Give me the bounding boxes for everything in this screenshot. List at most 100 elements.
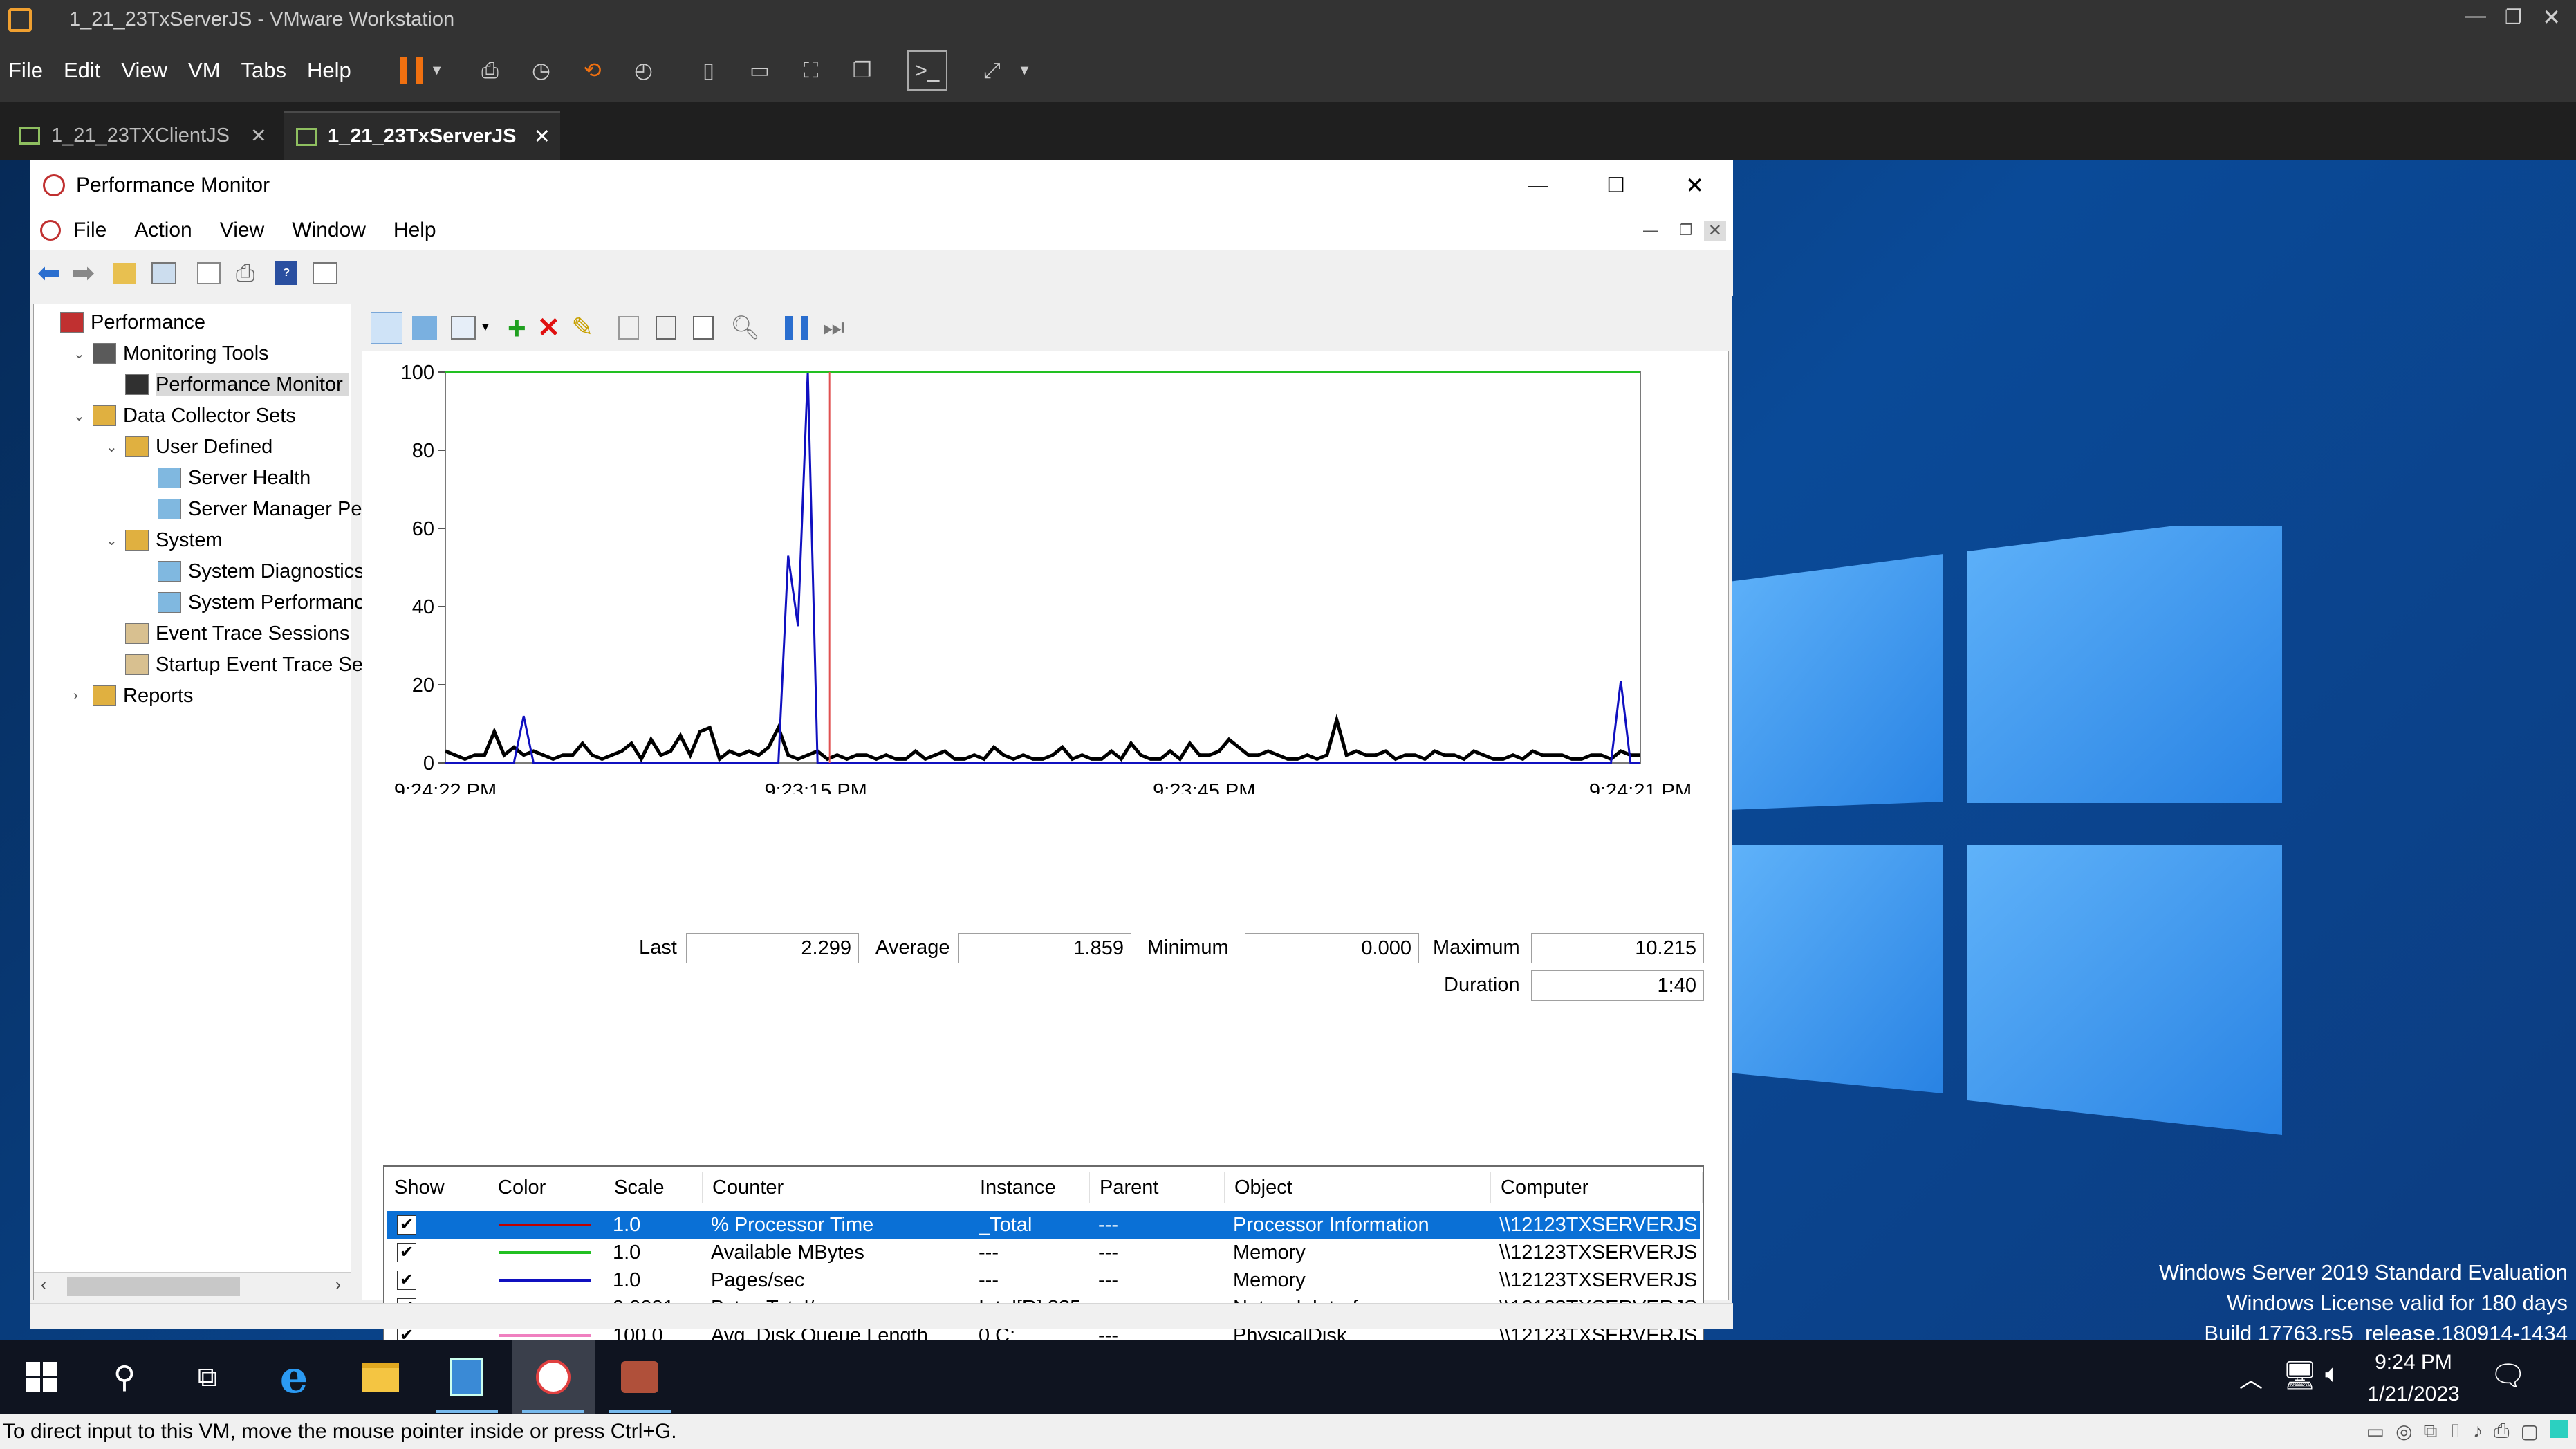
tree-item-system-performance[interactable]: System Performance [138, 587, 376, 618]
stretch-icon[interactable]: ⤢ [972, 50, 1012, 91]
menu-window[interactable]: Window [292, 219, 366, 242]
suspend-dropdown-icon[interactable]: ▼ [430, 63, 444, 79]
print-icon[interactable]: ⎙ [236, 260, 254, 287]
highlight-icon[interactable]: ✎ [571, 312, 593, 343]
tree-horizontal-scrollbar[interactable]: ‹ › [34, 1272, 351, 1300]
menu-vm[interactable]: VM [188, 58, 221, 83]
full-screen-icon[interactable]: ⛶ [791, 50, 831, 91]
show-hidden-icons-button[interactable]: ︿ [2239, 1360, 2263, 1394]
help-icon[interactable]: ? [275, 261, 298, 285]
expand-icon[interactable]: › [73, 688, 90, 704]
show-checkbox[interactable]: ✔ [397, 1243, 416, 1262]
snapshot-icon[interactable]: ◷ [521, 50, 562, 91]
column-header-counter[interactable]: Counter [703, 1172, 970, 1203]
tree-item-reports[interactable]: › Reports [73, 681, 194, 711]
usb-status-icon[interactable]: ⎍ [2449, 1420, 2463, 1443]
display-status-icon[interactable]: ▢ [2521, 1420, 2539, 1443]
freeze-display-icon[interactable] [785, 315, 809, 340]
sound-status-icon[interactable]: ♪ [2473, 1420, 2483, 1443]
tree-item-event-trace-sessions[interactable]: Event Trace Sessions [106, 618, 349, 649]
tree-item-system-diagnostics[interactable]: System Diagnostics [138, 556, 364, 587]
column-header-scale[interactable]: Scale [604, 1172, 703, 1203]
unity-icon[interactable]: ❐ [842, 50, 882, 91]
show-checkbox[interactable]: ✔ [397, 1271, 416, 1290]
scroll-thumb[interactable] [67, 1277, 240, 1296]
column-header-color[interactable]: Color [488, 1172, 604, 1203]
view-current-activity-icon[interactable] [371, 311, 402, 344]
close-tab-icon[interactable]: ✕ [250, 124, 267, 148]
copy-properties-icon[interactable] [618, 315, 640, 340]
send-ctrl-alt-del-icon[interactable]: ⎙ [470, 50, 510, 91]
column-header-object[interactable]: Object [1225, 1172, 1491, 1203]
minimize-button[interactable]: — [2465, 4, 2486, 28]
perfmon-close-button[interactable]: ✕ [1685, 172, 1704, 199]
show-hide-tree-icon[interactable] [151, 262, 177, 284]
show-checkbox[interactable]: ✔ [397, 1215, 416, 1235]
task-view-icon[interactable]: ⧉ [166, 1340, 249, 1414]
search-icon[interactable]: ⚲ [83, 1340, 166, 1414]
menu-edit[interactable]: Edit [64, 58, 100, 83]
update-data-icon[interactable]: ⏭ [822, 313, 844, 342]
snapshot-manager-icon[interactable]: ◴ [624, 50, 664, 91]
add-counter-icon[interactable]: + [508, 309, 526, 347]
delete-counter-icon[interactable]: ✕ [537, 312, 561, 344]
performance-monitor-taskbar-icon[interactable] [512, 1340, 595, 1414]
properties-icon[interactable] [693, 315, 714, 340]
message-status-icon[interactable] [2550, 1420, 2568, 1438]
tree-item-startup-event-trace-sess[interactable]: Startup Event Trace Sess [106, 649, 383, 680]
properties-icon[interactable] [197, 262, 221, 284]
collapse-icon[interactable]: ⌄ [106, 532, 122, 549]
network-app-icon[interactable] [598, 1340, 681, 1414]
view-log-data-icon[interactable] [412, 315, 437, 340]
restore-button[interactable]: ❐ [2505, 6, 2522, 28]
server-manager-icon[interactable] [425, 1340, 508, 1414]
menu-action[interactable]: Action [134, 219, 192, 242]
suspend-icon[interactable] [399, 57, 423, 84]
hdd-status-icon[interactable]: ▭ [2366, 1420, 2384, 1443]
collapse-icon[interactable]: ⌄ [73, 407, 90, 425]
menu-tabs[interactable]: Tabs [241, 58, 286, 83]
counter-row[interactable]: ✔ 1.0 Available MBytes --- --- Memory \\12123T… [387, 1239, 1700, 1266]
zoom-icon[interactable]: 🔍︎ [730, 314, 760, 342]
file-explorer-icon[interactable] [339, 1340, 422, 1414]
tree-item-system[interactable]: ⌄ System [106, 525, 223, 555]
close-button[interactable]: ✕ [2542, 4, 2561, 30]
close-tab-icon[interactable]: ✕ [534, 124, 550, 149]
action-pane-icon[interactable] [313, 262, 338, 284]
up-folder-icon[interactable] [113, 263, 137, 284]
tray-clock[interactable]: 9:24 PM 1/21/2023 [2365, 1347, 2462, 1410]
tree-item-user-defined[interactable]: ⌄ User Defined [106, 432, 272, 462]
perfmon-minimize-button[interactable]: — [1528, 174, 1548, 196]
start-button[interactable] [0, 1340, 83, 1414]
change-graph-type-icon[interactable] [451, 315, 476, 340]
network-tray-icon[interactable]: 🖥︎ [2282, 1359, 2317, 1392]
menu-help[interactable]: Help [307, 58, 351, 83]
menu-help[interactable]: Help [393, 219, 436, 242]
menu-file[interactable]: File [8, 58, 43, 83]
printer-status-icon[interactable]: ⎙ [2494, 1420, 2509, 1443]
action-center-icon[interactable]: 🗨︎ [2490, 1359, 2526, 1393]
tree-item-data-collector-sets[interactable]: ⌄ Data Collector Sets [73, 400, 296, 431]
child-minimize-button[interactable]: — [1643, 221, 1658, 239]
tree-item-performance-monitor[interactable]: Performance Monitor [106, 369, 349, 400]
cd-status-icon[interactable]: ◎ [2396, 1420, 2412, 1443]
tree-item-server-health[interactable]: Server Health [138, 463, 311, 493]
perfmon-maximize-button[interactable]: ☐ [1606, 174, 1625, 198]
menu-file[interactable]: File [73, 219, 106, 242]
column-header-instance[interactable]: Instance [970, 1172, 1090, 1203]
internet-explorer-icon[interactable]: e [252, 1340, 335, 1414]
forward-arrow-icon[interactable]: ➡ [72, 257, 95, 289]
collapse-icon[interactable]: ⌄ [106, 439, 122, 456]
scroll-left-icon[interactable]: ‹ [41, 1275, 46, 1295]
counter-row[interactable]: ✔ 1.0% Processor Time _Total --- Processor I… [387, 1211, 1700, 1239]
tree-item-monitoring-tools[interactable]: ⌄ Monitoring Tools [73, 338, 269, 369]
column-header-show[interactable]: Show [384, 1172, 488, 1203]
column-header-computer[interactable]: Computer [1491, 1172, 1703, 1203]
counter-row[interactable]: ✔ 1.0 Pages/sec --- --- Memory \\12123TXSERVER… [387, 1266, 1700, 1294]
graph-type-dropdown-icon[interactable]: ▼ [480, 322, 491, 334]
tab-client-vm[interactable]: 1_21_23TXClientJS ✕ [7, 111, 277, 160]
column-header-parent[interactable]: Parent [1090, 1172, 1225, 1203]
tab-server-vm[interactable]: 1_21_23TxServerJS ✕ [284, 111, 560, 160]
thumbnail-icon[interactable]: ▭ [740, 50, 780, 91]
volume-muted-tray-icon[interactable]: 🔈︎ [2325, 1359, 2340, 1389]
